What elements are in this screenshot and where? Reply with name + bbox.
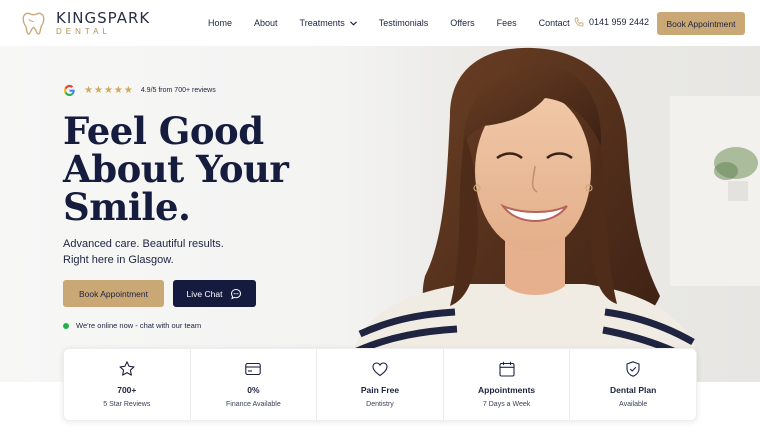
background-plant (714, 147, 758, 201)
phone-number: 0141 959 2442 (589, 17, 650, 27)
stat-title: Pain Free (360, 385, 400, 395)
chat-bubble-icon (231, 288, 242, 299)
phone-link[interactable]: 0141 959 2442 (574, 17, 649, 27)
nav-contact[interactable]: Contact (539, 18, 570, 28)
card-icon (245, 362, 262, 376)
stat-subtitle: 7 Days a Week (482, 401, 531, 408)
tooth-icon (22, 12, 45, 35)
star-icon: ★ (123, 85, 133, 96)
calendar-icon (499, 361, 515, 377)
nav-about-label: About (254, 18, 278, 28)
brand-logo[interactable]: KINGSPARK DENTAL (20, 10, 150, 37)
stat-subtitle: Dentistry (366, 401, 394, 408)
smiling-woman-photo (355, 47, 695, 382)
main-nav: Home About Treatments Testimonials Offer… (208, 0, 592, 46)
star-icon: ★ (84, 85, 93, 96)
headline-line-3: Smile. (63, 185, 191, 229)
google-icon (63, 84, 75, 97)
nav-treatments[interactable]: Treatments (300, 18, 357, 28)
nav-fees[interactable]: Fees (497, 18, 517, 28)
star-icon: ★ (93, 85, 103, 96)
nav-treatments-label: Treatments (299, 18, 345, 28)
live-chat-button[interactable]: Live Chat (173, 280, 256, 307)
nav-about[interactable]: About (254, 18, 278, 28)
stat-title: Appointments (478, 385, 536, 395)
stat-subtitle: Finance Available (226, 401, 281, 408)
header-book-appointment-button[interactable]: Book Appointment (657, 12, 745, 35)
online-status: We're online now - chat with our team (63, 321, 201, 330)
nav-offers-label: Offers (450, 18, 475, 28)
star-icon: ★ (113, 85, 123, 96)
google-rating: ★ ★ ★ ★ ★ 4.9/5 from 700+ reviews (63, 84, 216, 97)
stat-finance: 0% Finance Available (191, 349, 318, 420)
stat-title: Dental Plan (610, 385, 657, 395)
heart-icon (372, 362, 388, 377)
nav-offers[interactable]: Offers (450, 18, 474, 28)
stat-title: 700+ (117, 385, 137, 395)
hero-section: ★ ★ ★ ★ ★ 4.9/5 from 700+ reviews Feel G… (0, 46, 760, 382)
star-icon: ★ (103, 85, 113, 96)
subtext-line-2: Right here in Glasgow. (63, 254, 174, 266)
hero-headline: Feel Good About Your Smile. (63, 112, 363, 226)
nav-testimonials-label: Testimonials (378, 18, 429, 28)
nav-fees-label: Fees (496, 18, 517, 28)
brand-name: KINGSPARK (56, 9, 151, 27)
stat-subtitle: Available (619, 401, 648, 408)
nav-contact-label: Contact (538, 18, 570, 28)
online-status-text: We're online now - chat with our team (76, 321, 202, 330)
stat-subtitle: 5 Star Reviews (103, 401, 151, 408)
stat-appointments: Appointments 7 Days a Week (444, 349, 571, 420)
site-header: KINGSPARK DENTAL Home About Treatments T… (0, 0, 760, 46)
hero-subtext: Advanced care. Beautiful results. Right … (63, 236, 323, 268)
stats-bar: 700+ 5 Star Reviews 0% Finance Available… (63, 348, 697, 421)
star-icon (119, 361, 135, 376)
online-indicator (63, 322, 69, 329)
book-appointment-button[interactable]: Book Appointment (63, 280, 164, 307)
brand-sub: DENTAL (56, 27, 111, 36)
star-rating: ★ ★ ★ ★ ★ (84, 85, 134, 96)
headline-line-2: About Your (63, 147, 289, 191)
subtext-line-1: Advanced care. Beautiful results. (63, 238, 224, 250)
live-chat-label: Live Chat (186, 288, 223, 299)
nav-home-label: Home (208, 18, 233, 28)
stat-title: 0% (247, 385, 260, 395)
nav-testimonials[interactable]: Testimonials (379, 18, 429, 28)
chevron-down-icon (349, 20, 357, 26)
shield-check-icon (626, 361, 640, 377)
headline-line-1: Feel Good (63, 109, 264, 153)
nav-home[interactable]: Home (208, 18, 232, 28)
stat-dental-plan: Dental Plan Available (570, 349, 696, 420)
stat-pain-free: Pain Free Dentistry (317, 349, 444, 420)
phone-icon (574, 17, 584, 27)
rating-text: 4.9/5 from 700+ reviews (140, 87, 216, 94)
stat-reviews: 700+ 5 Star Reviews (64, 349, 191, 420)
